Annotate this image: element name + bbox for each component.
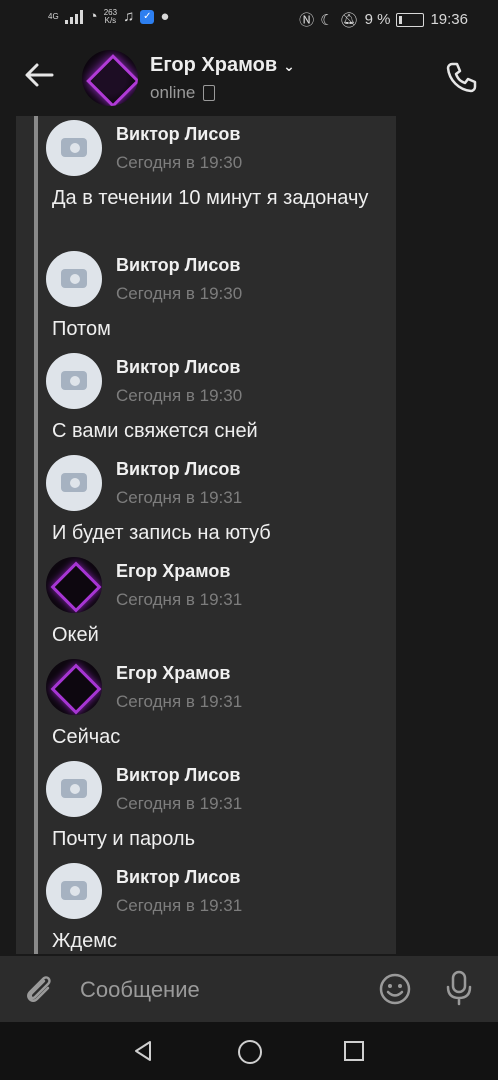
message-time: Сегодня в 19:30 [116,284,243,303]
message-time: Сегодня в 19:30 [116,386,243,405]
message-time: Сегодня в 19:31 [116,794,243,813]
message-text: С вами свяжется сней [52,420,258,442]
message-time: Сегодня в 19:31 [116,488,243,507]
message-author: Егор Храмов [116,663,231,683]
message-time: Сегодня в 19:31 [116,590,243,609]
mute-icon: 🔕︎ [339,11,359,29]
chat-bubble-icon: ● [160,8,170,25]
user-avatar [46,557,102,613]
message-text: Сейчас [52,726,121,748]
message-author: Виктор Лисов [116,124,241,144]
nav-home-icon[interactable] [238,1040,262,1064]
message-composer: Сообщение [0,956,498,1022]
presence-status: online [150,83,216,103]
forward-indicator-bar [34,116,38,954]
message-text: Ждемс [52,930,118,952]
camera-placeholder-avatar [46,761,102,817]
camera-placeholder-avatar [46,120,102,176]
camera-placeholder-avatar [46,353,102,409]
camera-placeholder-avatar [46,455,102,511]
message-time: Сегодня в 19:31 [116,692,243,711]
message-text: Почту и пароль [52,828,195,850]
emoji-icon[interactable] [378,972,412,1006]
camera-placeholder-avatar [46,251,102,307]
message-time: Сегодня в 19:30 [116,153,243,172]
message-author: Виктор Лисов [116,459,241,479]
status-bar: 4G ◔ 263 K/s ♫ ✓ ● Ⓝ ☾ 🔕︎ 9 % 19:36 [0,0,498,38]
battery-percent: 9 % [364,11,391,28]
system-navigation-bar [0,1022,498,1080]
camera-placeholder-avatar [46,863,102,919]
chevron-down-icon: ⌄ [283,58,295,74]
mobile-icon [203,85,216,101]
avatar[interactable] [82,50,138,106]
message-text: И будет запись на ютуб [52,522,271,544]
message-list[interactable]: Виктор Лисов Сегодня в 19:30 Да в течени… [16,116,396,954]
headset-icon: ♫ [123,8,135,25]
battery-icon [396,12,425,27]
clock: 19:36 [430,11,468,28]
net-speed: 263 K/s [103,7,118,25]
message-author: Егор Храмов [116,561,231,581]
message-text: Да в течении 10 минут я задоначу [52,187,369,209]
nfc-icon: Ⓝ [299,12,315,29]
back-arrow-icon[interactable] [22,58,56,92]
wifi-icon: ◔ [88,8,98,25]
phone-call-icon[interactable] [444,60,478,94]
message-author: Виктор Лисов [116,255,241,275]
message-input[interactable]: Сообщение [80,977,200,1003]
message-text: Окей [52,624,99,646]
message-author: Виктор Лисов [116,867,241,887]
message-time: Сегодня в 19:31 [116,896,243,915]
nav-recents-icon[interactable] [344,1041,364,1061]
signal-icon [64,9,83,24]
moon-icon: ☾ [320,11,334,29]
message-text: Потом [52,318,111,340]
message-author: Виктор Лисов [116,765,241,785]
microphone-icon[interactable] [443,970,475,1006]
nav-back-icon[interactable] [132,1040,154,1062]
user-avatar [46,659,102,715]
network-type: 4G [48,11,59,21]
chat-header: Егор Храмов ⌄ online [0,38,498,116]
chat-title[interactable]: Егор Храмов ⌄ [150,54,295,77]
shield-icon: ✓ [140,9,155,24]
paperclip-icon[interactable] [22,972,56,1006]
message-author: Виктор Лисов [116,357,241,377]
